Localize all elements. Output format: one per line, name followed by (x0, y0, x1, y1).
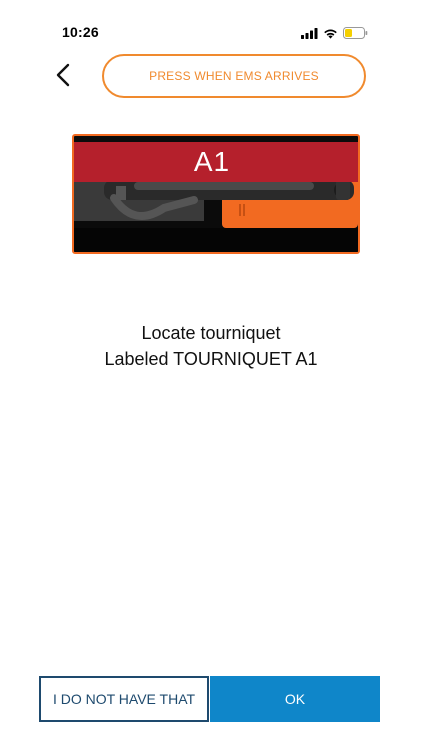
tourniquet-image: A1 (72, 134, 360, 254)
do-not-have-button[interactable]: I DO NOT HAVE THAT (39, 676, 209, 722)
instruction-line-1: Locate tourniquet (141, 323, 281, 343)
wifi-icon (323, 26, 338, 44)
status-time: 10:26 (62, 24, 99, 40)
do-not-have-label: I DO NOT HAVE THAT (52, 691, 196, 707)
ems-arrives-label: PRESS WHEN EMS ARRIVES (149, 69, 319, 83)
back-button[interactable] (48, 62, 78, 92)
label-band: A1 (74, 142, 358, 182)
cellular-signal-icon (301, 26, 318, 44)
ok-button[interactable]: OK (210, 676, 380, 722)
chevron-left-icon (55, 63, 71, 92)
status-icons (301, 26, 368, 44)
instruction-line-2: Labeled TOURNIQUET A1 (104, 349, 318, 369)
ok-label: OK (284, 691, 306, 707)
instructions: Locate tourniquet Labeled TOURNIQUET A1 (0, 320, 422, 372)
battery-icon (343, 26, 368, 44)
tourniquet-label-text: A1 (193, 146, 231, 177)
status-bar: 10:26 (0, 0, 422, 50)
ems-arrives-button[interactable]: PRESS WHEN EMS ARRIVES (102, 54, 366, 98)
